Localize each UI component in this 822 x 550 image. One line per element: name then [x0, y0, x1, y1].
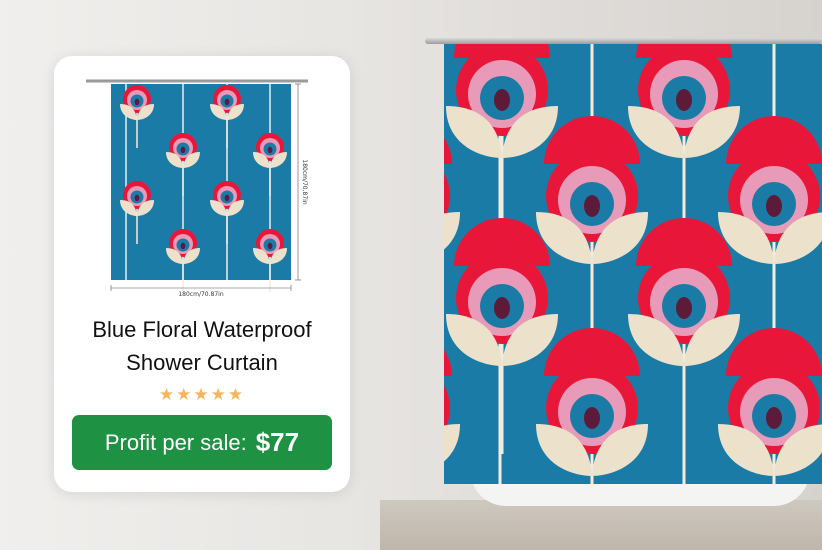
profit-amount: $77 — [255, 427, 300, 457]
star-rating: ★★★★★ — [54, 385, 350, 405]
product-thumbnail: 180cm/70.87in 180cm/70.87in — [86, 79, 308, 298]
product-title-line2: Shower Curtain — [126, 350, 278, 375]
product-title: Blue Floral Waterproof Shower Curtain — [54, 313, 350, 379]
profit-per-sale-button[interactable]: Profit per sale: $77 — [72, 415, 332, 470]
width-dimension-label: 180cm/70.87in — [178, 291, 223, 298]
shower-curtain-photo — [444, 44, 822, 484]
bathroom-background: 180cm/70.87in 180cm/70.87in Blue Floral … — [0, 0, 822, 550]
profit-label: Profit per sale: — [104, 429, 247, 455]
height-dimension-label: 180cm/70.87in — [301, 159, 308, 204]
product-title-line1: Blue Floral Waterproof — [92, 317, 312, 342]
star-icon: ★★★★★ — [158, 385, 246, 404]
bathroom-floor — [380, 500, 822, 550]
